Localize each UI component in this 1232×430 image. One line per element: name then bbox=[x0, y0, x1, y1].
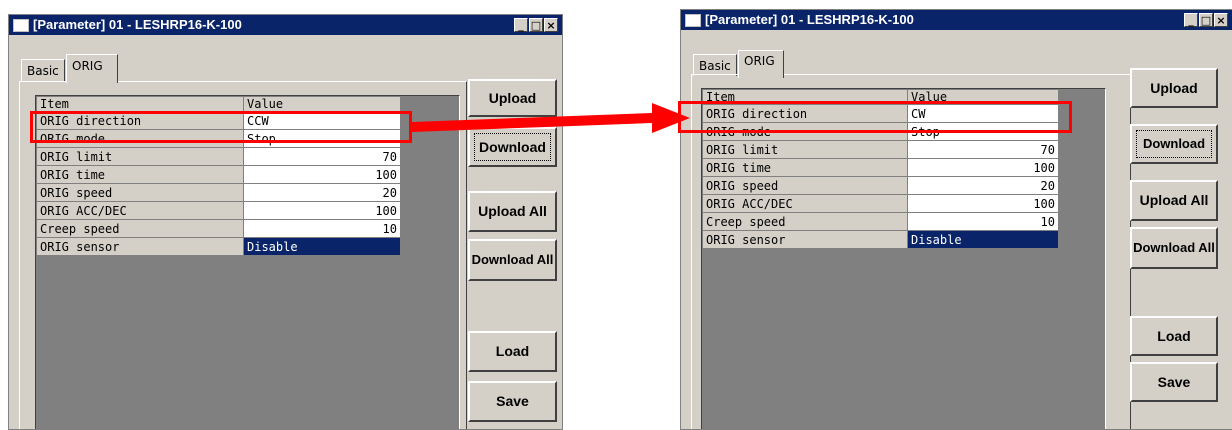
row-item: ORIG sensor bbox=[36, 237, 244, 256]
save-button[interactable]: Save bbox=[468, 381, 557, 422]
row-value[interactable]: CCW bbox=[243, 111, 401, 130]
row-value[interactable]: 70 bbox=[907, 140, 1059, 159]
tab-orig[interactable]: ORIG bbox=[66, 54, 118, 83]
row-item: ORIG speed bbox=[36, 183, 244, 202]
upload-button[interactable]: Upload bbox=[1130, 68, 1218, 108]
table-row[interactable]: ORIG speed 20 bbox=[702, 176, 1059, 195]
table-row[interactable]: ORIG limit 70 bbox=[702, 140, 1059, 159]
row-item: ORIG ACC/DEC bbox=[702, 194, 908, 213]
column-header-item: Item bbox=[36, 96, 244, 112]
parameter-grid[interactable]: Item Value ORIG direction CW ORIG mode S… bbox=[701, 88, 1106, 429]
row-value[interactable]: 100 bbox=[243, 201, 401, 220]
table-row[interactable]: ORIG ACC/DEC 100 bbox=[36, 201, 401, 220]
tab-basic[interactable]: Basic bbox=[693, 54, 737, 76]
table-row[interactable]: ORIG limit 70 bbox=[36, 147, 401, 166]
app-icon bbox=[685, 14, 701, 27]
table-row[interactable]: Creep speed 10 bbox=[36, 219, 401, 238]
left-parameter-window: [Parameter] 01 - LESHRP16-K-100 _ □ × Ba… bbox=[8, 14, 563, 430]
row-item: ORIG ACC/DEC bbox=[36, 201, 244, 220]
row-item: ORIG speed bbox=[702, 176, 908, 195]
row-item: ORIG direction bbox=[702, 104, 908, 123]
row-item: ORIG mode bbox=[702, 122, 908, 141]
parameter-table: Item Value ORIG direction CW ORIG mode S… bbox=[702, 89, 1059, 249]
row-value[interactable]: 100 bbox=[243, 165, 401, 184]
row-item: Creep speed bbox=[36, 219, 244, 238]
row-value[interactable]: 20 bbox=[243, 183, 401, 202]
table-row[interactable]: ORIG sensor Disable bbox=[36, 237, 401, 256]
row-item: ORIG time bbox=[36, 165, 244, 184]
row-value[interactable]: Disable bbox=[907, 230, 1059, 249]
row-value[interactable]: 100 bbox=[907, 194, 1059, 213]
row-value[interactable]: CW bbox=[907, 104, 1059, 123]
save-button[interactable]: Save bbox=[1130, 362, 1218, 402]
window-title: [Parameter] 01 - LESHRP16-K-100 bbox=[705, 12, 914, 27]
column-header-value: Value bbox=[243, 96, 401, 112]
table-row[interactable]: ORIG sensor Disable bbox=[702, 230, 1059, 249]
table-header: Item Value bbox=[702, 89, 1059, 105]
parameter-grid[interactable]: Item Value ORIG direction CCW ORIG mode … bbox=[35, 95, 460, 429]
title-bar[interactable]: [Parameter] 01 - LESHRP16-K-100 _ □ × bbox=[681, 10, 1232, 30]
upload-button[interactable]: Upload bbox=[468, 79, 557, 117]
row-item: ORIG direction bbox=[36, 111, 244, 130]
row-item: ORIG limit bbox=[36, 147, 244, 166]
download-all-button[interactable]: Download All bbox=[468, 239, 557, 281]
row-item: Creep speed bbox=[702, 212, 908, 231]
close-icon[interactable]: × bbox=[544, 18, 558, 32]
download-all-button[interactable]: Download All bbox=[1130, 227, 1218, 269]
row-value[interactable]: Stop bbox=[243, 129, 401, 148]
row-value[interactable]: 20 bbox=[907, 176, 1059, 195]
row-item: ORIG sensor bbox=[702, 230, 908, 249]
load-button[interactable]: Load bbox=[468, 331, 557, 372]
table-row[interactable]: ORIG direction CCW bbox=[36, 111, 401, 130]
title-bar[interactable]: [Parameter] 01 - LESHRP16-K-100 _ □ × bbox=[9, 15, 562, 35]
window-title: [Parameter] 01 - LESHRP16-K-100 bbox=[33, 17, 242, 32]
row-item: ORIG mode bbox=[36, 129, 244, 148]
table-row[interactable]: ORIG direction CW bbox=[702, 104, 1059, 123]
download-button[interactable]: Download bbox=[468, 127, 557, 167]
table-row[interactable]: ORIG mode Stop bbox=[36, 129, 401, 148]
table-row[interactable]: ORIG ACC/DEC 100 bbox=[702, 194, 1059, 213]
tab-basic[interactable]: Basic bbox=[21, 59, 65, 81]
maximize-icon[interactable]: □ bbox=[1199, 13, 1213, 27]
column-header-value: Value bbox=[907, 89, 1059, 105]
row-value[interactable]: Stop bbox=[907, 122, 1059, 141]
table-row[interactable]: ORIG time 100 bbox=[702, 158, 1059, 177]
row-value[interactable]: 10 bbox=[907, 212, 1059, 231]
table-header: Item Value bbox=[36, 96, 401, 112]
parameter-table: Item Value ORIG direction CCW ORIG mode … bbox=[36, 96, 401, 256]
upload-all-button[interactable]: Upload All bbox=[1130, 180, 1218, 221]
load-button[interactable]: Load bbox=[1130, 316, 1218, 356]
minimize-icon[interactable]: _ bbox=[514, 18, 528, 32]
table-row[interactable]: ORIG mode Stop bbox=[702, 122, 1059, 141]
table-row[interactable]: ORIG time 100 bbox=[36, 165, 401, 184]
right-parameter-window: [Parameter] 01 - LESHRP16-K-100 _ □ × Ba… bbox=[680, 9, 1232, 430]
row-item: ORIG limit bbox=[702, 140, 908, 159]
row-item: ORIG time bbox=[702, 158, 908, 177]
app-icon bbox=[13, 19, 29, 32]
tab-orig[interactable]: ORIG bbox=[738, 50, 784, 78]
upload-all-button[interactable]: Upload All bbox=[468, 191, 557, 232]
maximize-icon[interactable]: □ bbox=[529, 18, 543, 32]
download-button[interactable]: Download bbox=[1130, 124, 1218, 164]
row-value[interactable]: 10 bbox=[243, 219, 401, 238]
table-row[interactable]: ORIG speed 20 bbox=[36, 183, 401, 202]
minimize-icon[interactable]: _ bbox=[1184, 13, 1198, 27]
close-icon[interactable]: × bbox=[1214, 13, 1228, 27]
row-value[interactable]: Disable bbox=[243, 237, 401, 256]
table-row[interactable]: Creep speed 10 bbox=[702, 212, 1059, 231]
row-value[interactable]: 100 bbox=[907, 158, 1059, 177]
row-value[interactable]: 70 bbox=[243, 147, 401, 166]
column-header-item: Item bbox=[702, 89, 908, 105]
